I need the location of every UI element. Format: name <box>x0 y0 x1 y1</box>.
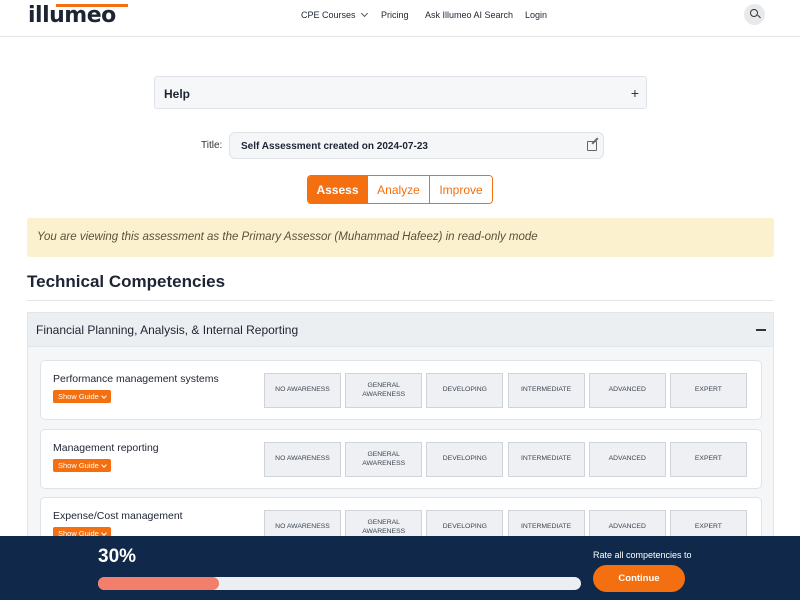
competency-card: Performance management systems Show Guid… <box>40 360 762 420</box>
level-developing[interactable]: DEVELOPING <box>426 442 504 477</box>
competency-name: Expense/Cost management <box>53 510 183 522</box>
progress-percent: 30% <box>98 546 137 567</box>
competency-name: Management reporting <box>53 442 159 454</box>
divider <box>27 300 774 301</box>
progress-bar <box>98 577 581 590</box>
illumeo-logo[interactable]: illumeo <box>28 3 128 29</box>
nav-cpe-courses[interactable]: CPE Courses <box>301 9 368 20</box>
level-advanced[interactable]: ADVANCED <box>588 442 666 477</box>
title-value: Self Assessment created on 2024-07-23 <box>241 141 428 152</box>
chevron-down-icon <box>101 392 107 399</box>
progress-footer: 30% Rate all competencies to Continue <box>0 536 800 600</box>
progress-bar-fill <box>98 577 219 590</box>
show-guide-button[interactable]: Show Guide <box>53 459 111 472</box>
top-navigation: illumeo CPE Courses Pricing Ask Illumeo … <box>0 0 800 37</box>
show-guide-button[interactable]: Show Guide <box>53 390 111 403</box>
level-no-awareness[interactable]: NO AWARENESS <box>264 442 341 477</box>
chevron-down-icon <box>101 461 107 468</box>
nav-ask-ai-search[interactable]: Ask Illumeo AI Search <box>425 10 513 20</box>
rate-instruction: Rate all competencies to <box>593 550 692 560</box>
level-options: NO AWARENESS GENERAL AWARENESS DEVELOPIN… <box>264 373 751 408</box>
plus-icon[interactable]: + <box>631 85 639 101</box>
level-general-awareness[interactable]: GENERAL AWARENESS <box>345 373 423 408</box>
section-heading: Technical Competencies <box>27 272 226 291</box>
title-field[interactable]: Self Assessment created on 2024-07-23 <box>229 132 604 159</box>
tab-analyze[interactable]: Analyze <box>368 176 430 203</box>
chevron-down-icon <box>101 529 107 536</box>
continue-button[interactable]: Continue <box>593 565 685 592</box>
level-expert[interactable]: EXPERT <box>669 442 747 477</box>
logo-accent-bar <box>56 4 128 7</box>
category-title: Financial Planning, Analysis, & Internal… <box>36 323 299 337</box>
nav-login[interactable]: Login <box>525 10 547 20</box>
competency-card: Management reporting Show Guide NO AWARE… <box>40 429 762 489</box>
nav-cpe-courses-label: CPE Courses <box>301 10 356 20</box>
level-advanced[interactable]: ADVANCED <box>588 373 666 408</box>
edit-icon[interactable] <box>587 141 597 151</box>
title-label: Title: <box>201 140 223 151</box>
help-panel[interactable]: Help + <box>154 76 647 109</box>
search-button[interactable] <box>744 4 765 25</box>
level-intermediate[interactable]: INTERMEDIATE <box>507 373 585 408</box>
chevron-down-icon <box>360 9 368 18</box>
level-general-awareness[interactable]: GENERAL AWARENESS <box>345 442 423 477</box>
notice-text: You are viewing this assessment as the P… <box>37 231 538 243</box>
help-title: Help <box>164 87 191 101</box>
level-developing[interactable]: DEVELOPING <box>426 373 504 408</box>
nav-pricing[interactable]: Pricing <box>381 10 409 20</box>
level-intermediate[interactable]: INTERMEDIATE <box>507 442 585 477</box>
category-header[interactable]: Financial Planning, Analysis, & Internal… <box>28 313 773 347</box>
level-options: NO AWARENESS GENERAL AWARENESS DEVELOPIN… <box>264 442 751 477</box>
level-no-awareness[interactable]: NO AWARENESS <box>264 373 341 408</box>
tab-assess[interactable]: Assess <box>308 176 368 203</box>
show-guide-label: Show Guide <box>58 392 99 401</box>
competency-name: Performance management systems <box>53 373 219 385</box>
tab-improve[interactable]: Improve <box>430 176 492 203</box>
minus-icon[interactable] <box>756 329 766 331</box>
show-guide-label: Show Guide <box>58 461 99 470</box>
read-only-notice: You are viewing this assessment as the P… <box>27 218 774 257</box>
assessment-tabs: Assess Analyze Improve <box>307 175 493 204</box>
level-expert[interactable]: EXPERT <box>669 373 747 408</box>
